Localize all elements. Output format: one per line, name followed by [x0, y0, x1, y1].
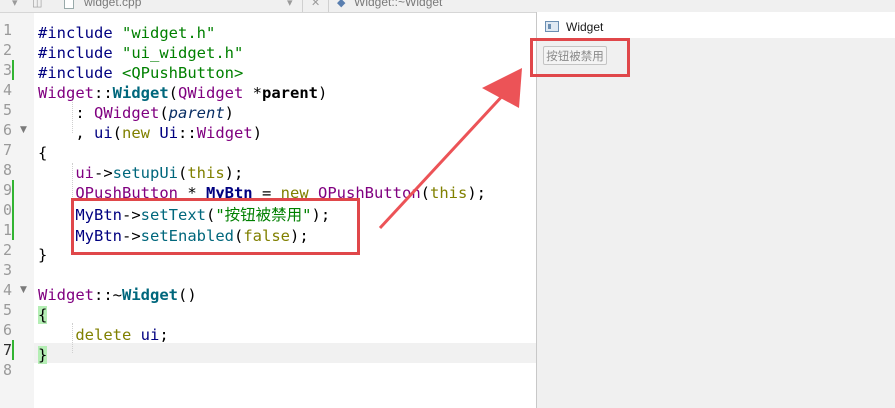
line-number: 3: [2, 261, 12, 279]
code-line: : QWidget(parent): [38, 104, 235, 122]
line-number: 4: [2, 281, 12, 299]
code-line: , ui(new Ui::Widget): [38, 124, 263, 142]
cpp-file-icon: [64, 0, 74, 9]
code-line: {: [38, 144, 48, 162]
line-number: 7: [2, 141, 12, 159]
code-line: }: [38, 246, 48, 264]
close-icon[interactable]: ✕: [311, 0, 320, 9]
code-line: #include "widget.h": [38, 24, 216, 42]
symbol-selector[interactable]: Widget::~Widget: [354, 0, 442, 9]
line-number-gutter: 1 2 3 4 5 6 7 8 9 0 1 2 3 4 5 6 7 8 ▼ ▼: [0, 13, 34, 408]
code-line: delete ui;: [75, 326, 169, 344]
modified-line-marker: [12, 180, 14, 240]
modified-line-marker: [12, 60, 14, 80]
line-number: 1: [2, 221, 12, 239]
dropdown-icon[interactable]: ▾: [12, 0, 18, 9]
code-line: {: [38, 306, 48, 324]
line-number: 3: [2, 61, 12, 79]
lock-icon[interactable]: ◫: [32, 0, 42, 9]
file-tab-label[interactable]: widget.cpp: [84, 0, 141, 9]
line-number: 6: [2, 321, 12, 339]
current-line-highlight: [34, 343, 536, 363]
symbol-icon: ◆: [337, 0, 346, 9]
dropdown-arrow-icon[interactable]: ▾: [287, 0, 293, 9]
window-app-icon: [545, 21, 559, 32]
line-number: 2: [2, 241, 12, 259]
code-line: #include <QPushButton>: [38, 64, 244, 82]
line-number: 0: [2, 201, 12, 219]
current-line-number: 7: [2, 341, 12, 359]
tab-divider: [328, 0, 329, 12]
line-number: 6: [2, 121, 12, 139]
fold-arrow-icon[interactable]: ▼: [20, 120, 27, 140]
code-highlight-box: [71, 198, 360, 255]
line-number: 5: [2, 301, 12, 319]
modified-line-marker: [12, 340, 14, 360]
code-line: ui->setupUi(this);: [75, 164, 244, 182]
line-number: 8: [2, 361, 12, 379]
code-line: }: [38, 346, 48, 364]
line-number: 4: [2, 81, 12, 99]
window-title: Widget: [566, 20, 604, 34]
line-number: 1: [2, 21, 12, 39]
fold-arrow-icon[interactable]: ▼: [20, 280, 27, 300]
button-highlight-box: [530, 38, 630, 77]
line-number: 9: [2, 181, 12, 199]
tab-divider: [302, 0, 303, 12]
line-number: 8: [2, 161, 12, 179]
line-number: 5: [2, 101, 12, 119]
code-line: #include "ui_widget.h": [38, 44, 244, 62]
window-title-bar[interactable]: Widget: [537, 12, 895, 38]
line-number: 2: [2, 41, 12, 59]
code-line: Widget::~Widget(): [38, 286, 197, 304]
code-line: Widget::Widget(QWidget *parent): [38, 84, 328, 102]
